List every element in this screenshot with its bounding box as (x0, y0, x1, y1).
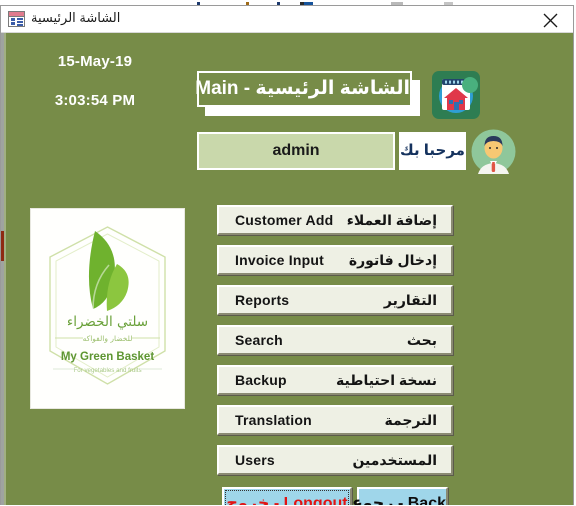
logout-button-label: Longout - خروج (226, 495, 348, 505)
welcome-label: مرحبا بك (399, 132, 466, 170)
date-label: 15-May-19 (57, 53, 133, 70)
menu-button-label-en: Invoice Input (235, 252, 324, 268)
window-title: الشاشة الرئيسية (31, 10, 121, 25)
menu-button-label-ar: نسخة احتياطية (336, 372, 437, 388)
close-icon[interactable] (527, 6, 573, 32)
menu-button-backup[interactable]: Backup نسخة احتياطية (217, 365, 453, 395)
menu-button-label-en: Reports (235, 292, 290, 308)
logo-arabic-tagline: للخضار والفواكه (83, 334, 133, 343)
menu-button-label-ar: المستخدمين (352, 452, 437, 468)
menu-button-label-ar: التقارير (383, 292, 437, 308)
menu-button-label-ar: إدخال فاتورة (348, 252, 437, 268)
page-title: الشاشة الرئيسية - Main (195, 71, 412, 107)
menu-button-label-ar: إضافة العملاء (346, 212, 437, 228)
menu-button-label-en: Backup (235, 372, 287, 388)
menu-button-invoice-input[interactable]: Invoice Input إدخال فاتورة (217, 245, 453, 275)
logo-arabic-name: سلتي الخضراء (67, 314, 148, 330)
menu-button-label-en: Users (235, 452, 275, 468)
form-canvas: 15-May-19 3:03:54 PM الشاشة الرئيسية - M… (1, 33, 573, 505)
page-title-label: الشاشة الرئيسية - Main (195, 78, 410, 99)
back-button[interactable]: Back - رجوع (351, 487, 448, 505)
menu-button-label-ar: الترجمة (384, 412, 437, 428)
main-window: الشاشة الرئيسية 15-May-19 3:03:54 PM الش… (0, 5, 574, 505)
time-label: 3:03:54 PM (54, 92, 136, 109)
menu-button-label-en: Customer Add (235, 212, 334, 228)
user-avatar-icon (471, 129, 516, 174)
menu-button-users[interactable]: Users المستخدمين (217, 445, 453, 475)
logout-button[interactable]: Longout - خروج (222, 487, 352, 505)
welcome-text: مرحبا بك (400, 142, 465, 159)
logo-english-name: My Green Basket (61, 351, 154, 363)
menu-button-label-en: Search (235, 332, 283, 348)
back-button-label: Back - رجوع (351, 495, 446, 505)
left-edge-highlight (4, 33, 6, 505)
current-user-value: admin (272, 142, 320, 159)
current-user-field: admin (197, 132, 395, 170)
title-bar: الشاشة الرئيسية (1, 6, 573, 33)
application-root: الشاشة الرئيسية 15-May-19 3:03:54 PM الش… (0, 0, 576, 506)
menu-button-label-en: Translation (235, 412, 312, 428)
home-calendar-icon (432, 71, 480, 119)
access-form-icon (8, 11, 25, 27)
menu-button-label-ar: بحث (406, 332, 437, 348)
menu-button-customer-add[interactable]: Customer Add إضافة العملاء (217, 205, 453, 235)
menu-button-reports[interactable]: Reports التقارير (217, 285, 453, 315)
datetime-display: 15-May-19 3:03:54 PM (15, 53, 175, 109)
menu-button-translation[interactable]: Translation الترجمة (217, 405, 453, 435)
menu-button-search[interactable]: Search بحث (217, 325, 453, 355)
company-logo: سلتي الخضراء للخضار والفواكه My Green Ba… (30, 208, 185, 409)
logo-english-tagline: For vegetables and fruits (73, 367, 141, 374)
